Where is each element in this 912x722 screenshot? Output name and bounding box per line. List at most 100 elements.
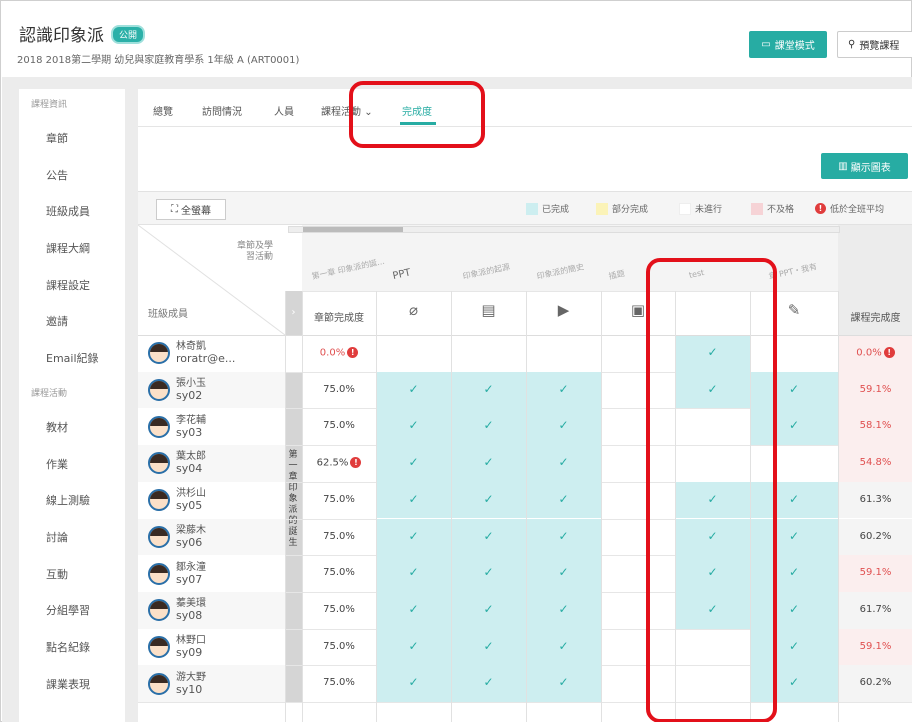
avatar <box>148 452 170 475</box>
sidebar-section-activities: 課程活動 <box>31 388 68 399</box>
sidebar-item-quiz[interactable]: 線上測驗 <box>19 483 125 520</box>
legend-completed-label: 已完成 <box>542 205 570 215</box>
member-id: sy04 <box>176 462 203 476</box>
course-pct: 59.1% <box>859 567 892 579</box>
chapter-pct: 75.0% <box>323 640 355 652</box>
tab-overview[interactable]: 總覽 <box>153 103 173 118</box>
member-cell[interactable]: 李花輔 sy03 <box>138 408 285 445</box>
tab-visits[interactable]: 訪問情況 <box>202 103 242 118</box>
check-icon: ✓ <box>408 528 419 543</box>
sidebar-item-members[interactable]: 班級成員 <box>19 194 125 231</box>
sidebar-item-syllabus[interactable]: 課程大綱 <box>19 231 125 268</box>
course-completion-value: 59.1% <box>838 384 912 395</box>
legend-below-average: ! 低於全班平均 <box>813 202 884 215</box>
sidebar-item-email[interactable]: Email紀錄 <box>19 341 125 378</box>
avatar <box>148 599 170 622</box>
course-subtitle: 2018 2018第二學期 幼兒與家庭教育學系 1年級 A (ART0001) <box>17 55 300 66</box>
chapter-vertical-label: 第一章印象派的誕生 <box>288 450 298 548</box>
completion-grid: 章節及學習活動 班級成員 第一章 印象派的誕... PPT 印象派的起源 印象派的簡史… <box>137 224 912 722</box>
sidebar-item-performance[interactable]: 課業表現 <box>19 667 125 704</box>
course-pct: 61.7% <box>859 603 892 615</box>
member-id: sy05 <box>176 499 203 513</box>
avatar <box>148 672 170 695</box>
column-divider <box>285 291 286 722</box>
sidebar-item-attendance[interactable]: 點名紀錄 <box>19 630 125 667</box>
course-completion-value: 60.2% <box>838 531 912 542</box>
preview-course-button[interactable]: ⚲ 預覽課程 <box>837 31 912 58</box>
chapter-completion-value: 62.5%! <box>302 457 376 469</box>
member-cell[interactable]: 梁藤木 sy06 <box>138 519 285 556</box>
chapter-completion-value: 75.0% <box>302 677 376 688</box>
chapter-pct: 75.0% <box>323 567 355 579</box>
failed-swatch <box>751 202 763 215</box>
row-divider <box>138 702 912 703</box>
column-divider <box>376 291 377 722</box>
sidebar-item-invite[interactable]: 邀請 <box>19 304 125 341</box>
sidebar-item-chapters[interactable]: 章節 <box>19 121 125 158</box>
member-cell[interactable]: 鄒永潼 sy07 <box>138 555 285 592</box>
course-completion-value: 61.3% <box>838 494 912 505</box>
expand-icon: ⛶ <box>171 204 178 215</box>
chapter-completion-value: 75.0% <box>302 531 376 542</box>
member-display-name: 鄒永潼 <box>176 561 206 573</box>
member-cell[interactable]: 洪杉山 sy05 <box>138 482 285 519</box>
check-icon: ✓ <box>408 418 419 433</box>
public-badge: 公開 <box>111 25 146 44</box>
document-icon: ▤ <box>481 301 496 319</box>
member-cell[interactable]: 林奇凱 roratr@e... <box>138 335 285 372</box>
check-icon: ✓ <box>408 381 419 396</box>
legend-failed: 不及格 <box>751 202 794 215</box>
member-cell[interactable]: 游大野 sy10 <box>138 665 285 702</box>
header-divider <box>138 335 912 336</box>
course-pct: 58.1% <box>859 420 892 432</box>
completed-swatch <box>526 202 538 215</box>
member-cell[interactable]: 蓁美環 sy08 <box>138 592 285 629</box>
table-corner-header: 章節及學習活動 班級成員 <box>137 224 286 336</box>
collapse-chapter-arrow[interactable]: › <box>285 291 302 335</box>
sidebar-item-homework[interactable]: 作業 <box>19 447 125 484</box>
show-chart-button[interactable]: ▥ 顯示圖表 <box>821 153 908 179</box>
tab-people[interactable]: 人員 <box>274 103 294 118</box>
class-mode-button[interactable]: ▭ 課堂模式 <box>749 31 827 58</box>
chapter-pct: 75.0% <box>323 493 355 505</box>
check-icon: ✓ <box>483 601 494 616</box>
sidebar: 課程資訊 章節 公告 班級成員 課程大綱 課程設定 邀請 Email紀錄 課程活… <box>19 89 125 722</box>
annotation-completion-tab <box>349 81 485 148</box>
chapter-pct: 75.0% <box>323 677 355 689</box>
member-cell[interactable]: 葉太郎 sy04 <box>138 445 285 482</box>
scrollbar-thumb[interactable] <box>303 227 403 232</box>
member-id: sy07 <box>176 572 203 586</box>
sidebar-item-discussion[interactable]: 討論 <box>19 520 125 557</box>
check-icon: ✓ <box>558 381 569 396</box>
chapter-pct: 75.0% <box>323 530 355 542</box>
corner-activities-label: 章節及學習活動 <box>236 241 273 262</box>
course-completion-value: 59.1% <box>838 641 912 652</box>
course-title: 認識印象派 <box>19 26 104 46</box>
sidebar-item-groups[interactable]: 分組學習 <box>19 593 125 630</box>
sidebar-item-settings[interactable]: 課程設定 <box>19 268 125 305</box>
course-pct: 60.2% <box>859 677 892 689</box>
column-divider <box>601 291 602 722</box>
warning-icon: ! <box>347 347 359 358</box>
sidebar-item-materials[interactable]: 教材 <box>19 410 125 447</box>
check-icon: ✓ <box>408 638 419 653</box>
check-icon: ✓ <box>558 528 569 543</box>
course-pct: 54.8% <box>859 457 892 469</box>
sidebar-section-course-info: 課程資訊 <box>31 100 68 110</box>
member-cell[interactable]: 林野口 sy09 <box>138 629 285 666</box>
column-divider <box>838 291 839 722</box>
check-icon: ✓ <box>483 675 494 690</box>
member-id: sy02 <box>176 389 203 403</box>
annotation-test-column <box>646 258 777 722</box>
sidebar-item-interaction[interactable]: 互動 <box>19 557 125 594</box>
member-cell[interactable]: 張小玉 sy02 <box>138 372 285 409</box>
sidebar-item-announcements[interactable]: 公告 <box>19 158 125 195</box>
fullscreen-button[interactable]: ⛶ 全螢幕 <box>156 199 226 220</box>
member-name: 葉太郎 sy04 <box>176 451 206 475</box>
chapter-completion-header: 章節完成度 <box>314 313 364 324</box>
chapter-completion-value: 75.0% <box>302 567 376 578</box>
check-icon: ✓ <box>558 601 569 616</box>
legend-completed: 已完成 <box>526 202 569 215</box>
check-icon: ✓ <box>483 418 494 433</box>
check-icon: ✓ <box>483 381 494 396</box>
